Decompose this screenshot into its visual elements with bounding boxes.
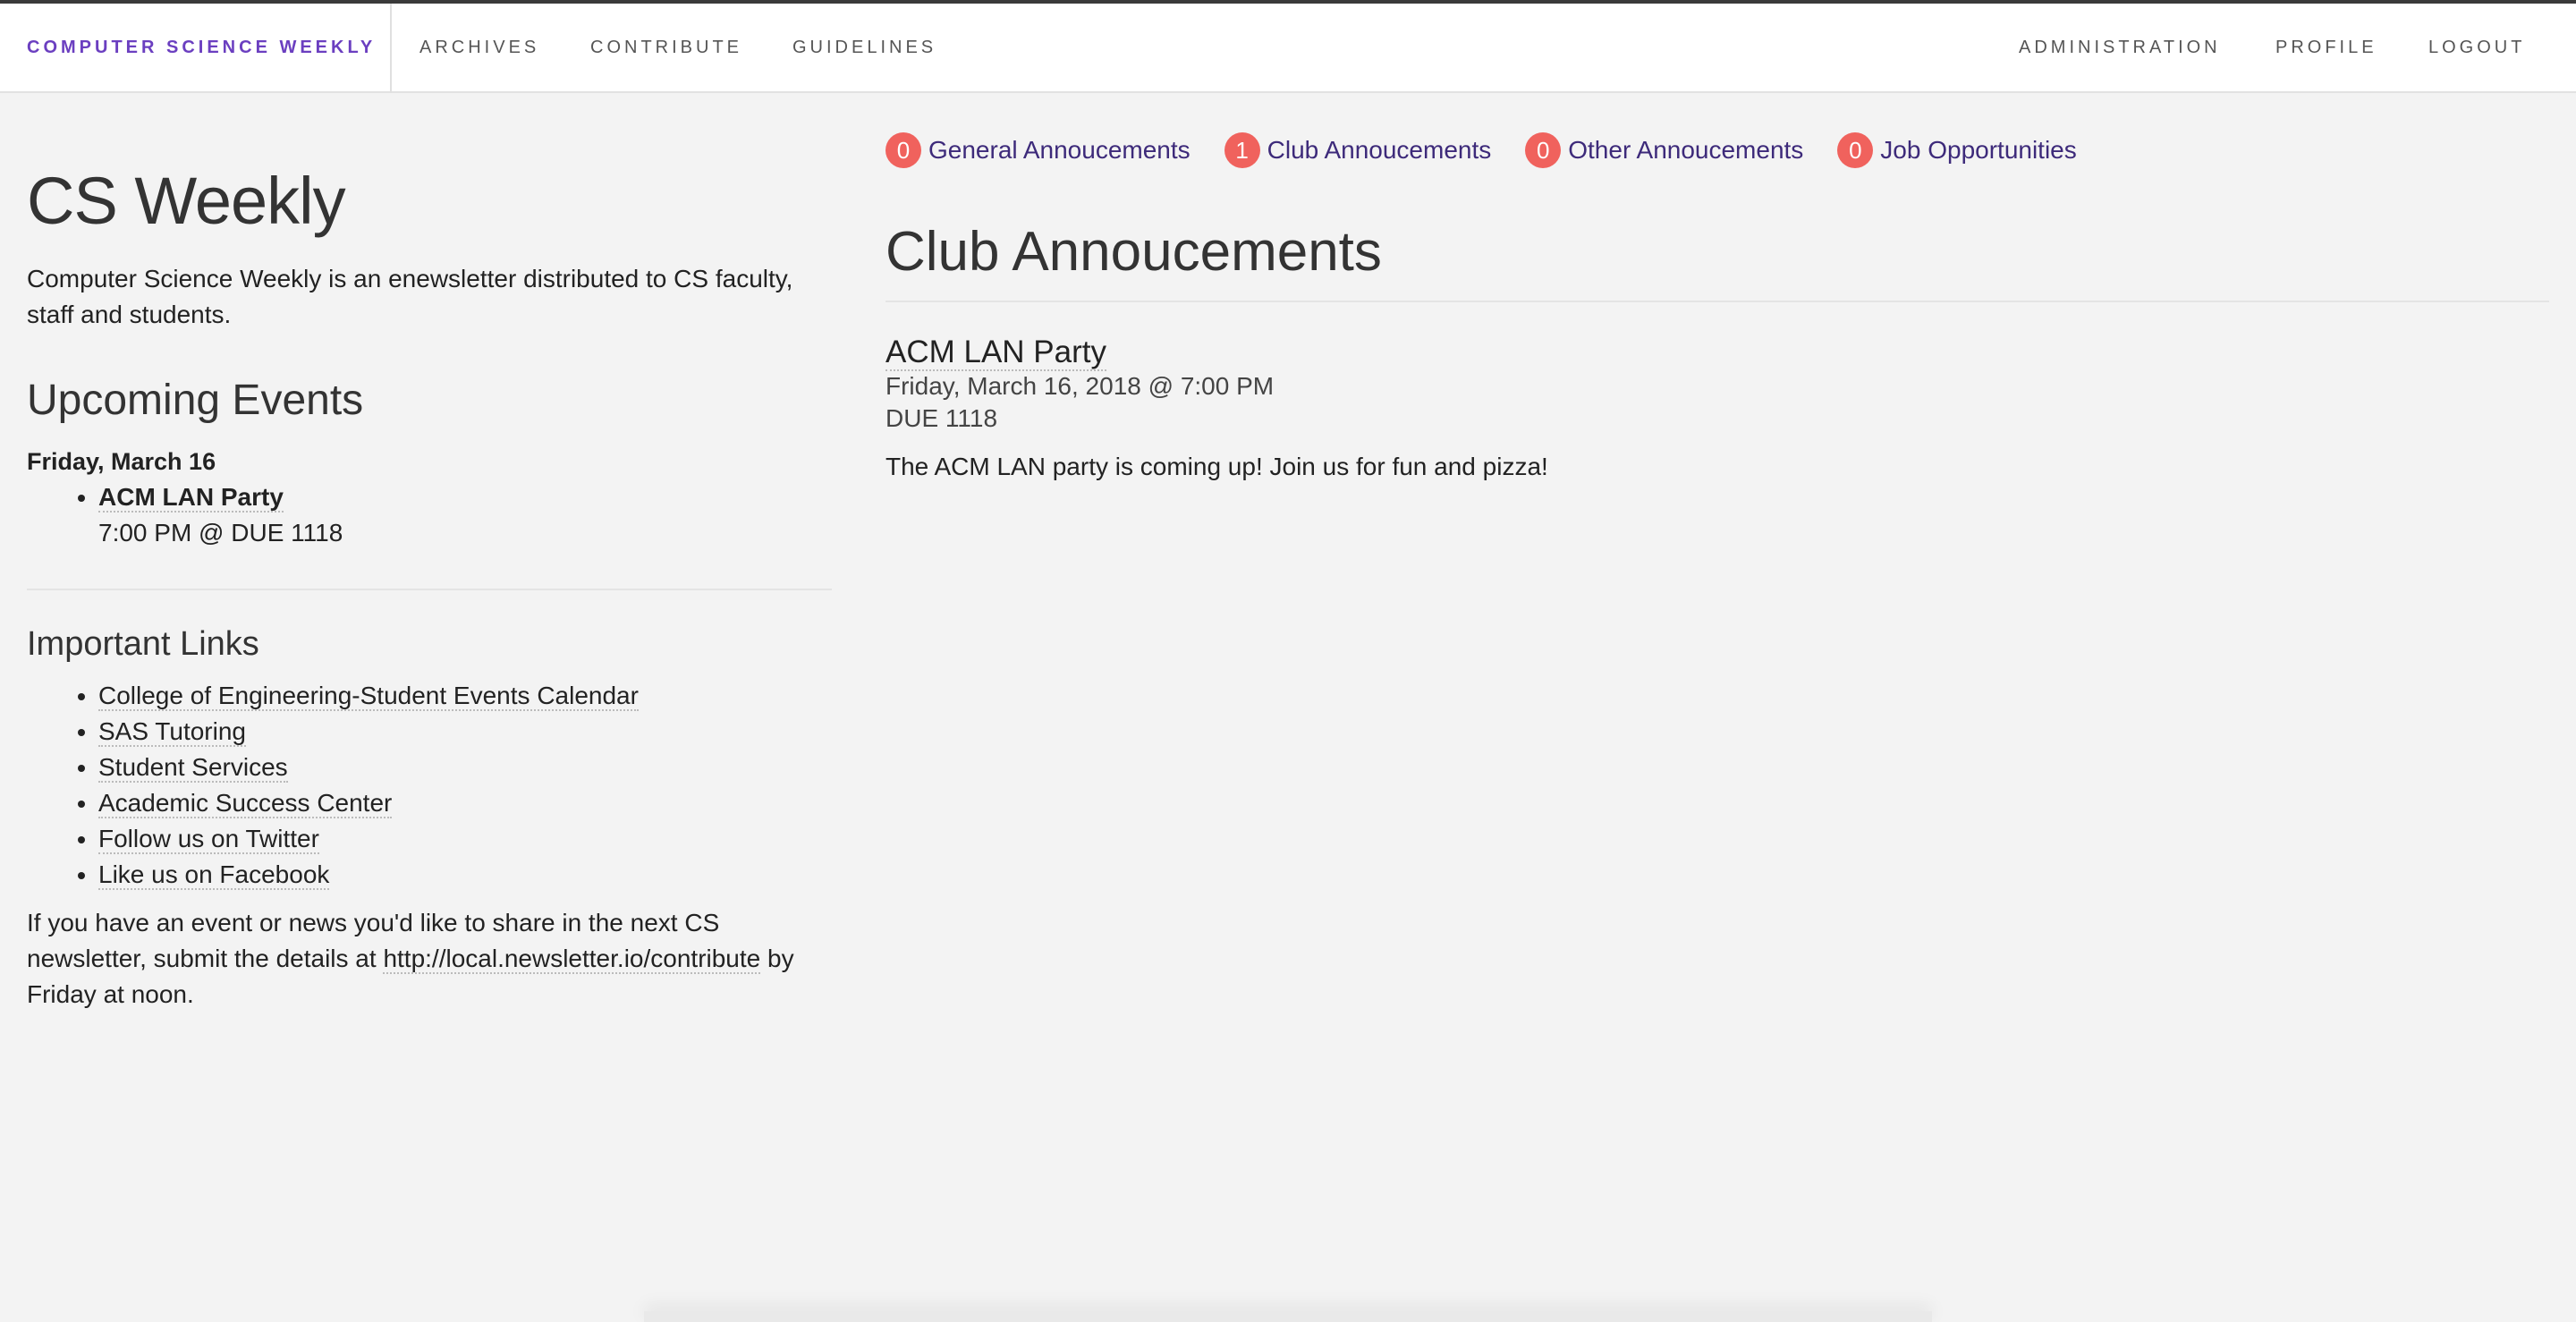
nav-profile[interactable]: PROFILE xyxy=(2275,4,2377,93)
event-title-link[interactable]: ACM LAN Party xyxy=(98,483,284,513)
post-location: DUE 1118 xyxy=(886,404,998,432)
important-links-title: Important Links xyxy=(27,625,259,663)
event-item: ACM LAN Party 7:00 PM @ DUE 1118 xyxy=(98,479,832,551)
count-badge: 1 xyxy=(1224,132,1260,168)
post-title-link[interactable]: ACM LAN Party xyxy=(886,335,1106,371)
tab-label: Job Opportunities xyxy=(1880,136,2077,164)
contribute-link[interactable]: http://local.newsletter.io/contribute xyxy=(383,945,761,974)
count-badge: 0 xyxy=(1525,132,1562,168)
link-student-services[interactable]: Student Services xyxy=(98,753,288,783)
nav-guidelines[interactable]: GUIDELINES xyxy=(792,4,936,93)
site-title: CS Weekly xyxy=(27,164,346,238)
important-links-list: College of Engineering-Student Events Ca… xyxy=(27,678,832,893)
event-day: Friday, March 16 xyxy=(27,448,216,475)
tab-job-opportunities[interactable]: 0 Job Opportunities xyxy=(1837,132,2077,168)
section-divider xyxy=(886,301,2549,302)
tab-label: General Annoucements xyxy=(928,136,1191,164)
tab-other-annoucements[interactable]: 0 Other Annoucements xyxy=(1525,132,1803,168)
main-content: 0 General Annoucements 1 Club Annoucemen… xyxy=(886,129,2549,485)
bottom-shadow xyxy=(644,1311,1932,1322)
list-item: College of Engineering-Student Events Ca… xyxy=(98,678,832,714)
nav-administration[interactable]: ADMINISTRATION xyxy=(2019,4,2221,93)
event-detail: 7:00 PM @ DUE 1118 xyxy=(98,519,343,547)
list-item: Follow us on Twitter xyxy=(98,821,832,857)
site-intro: Computer Science Weekly is an enewslette… xyxy=(27,265,793,328)
tab-club-annoucements[interactable]: 1 Club Annoucements xyxy=(1224,132,1492,168)
sidebar: CS Weekly Computer Science Weekly is an … xyxy=(27,152,832,1013)
count-badge: 0 xyxy=(886,132,921,168)
post: ACM LAN Party Friday, March 16, 2018 @ 7… xyxy=(886,335,2549,485)
list-item: Student Services xyxy=(98,750,832,785)
post-datetime: Friday, March 16, 2018 @ 7:00 PM xyxy=(886,372,1275,400)
event-list: ACM LAN Party 7:00 PM @ DUE 1118 xyxy=(27,479,832,551)
nav-archives[interactable]: ARCHIVES xyxy=(419,4,539,93)
post-title: ACM LAN Party xyxy=(886,335,2549,371)
contribute-note: If you have an event or news you'd like … xyxy=(27,905,832,1013)
top-navbar: COMPUTER SCIENCE WEEKLY ARCHIVES CONTRIB… xyxy=(0,0,2576,93)
link-sas-tutoring[interactable]: SAS Tutoring xyxy=(98,717,246,747)
list-item: Academic Success Center xyxy=(98,785,832,821)
tab-label: Other Annoucements xyxy=(1568,136,1804,164)
list-item: SAS Tutoring xyxy=(98,714,832,750)
tab-general-annoucements[interactable]: 0 General Annoucements xyxy=(886,132,1191,168)
list-item: Like us on Facebook xyxy=(98,857,832,893)
nav-contribute[interactable]: CONTRIBUTE xyxy=(590,4,742,93)
upcoming-events-title: Upcoming Events xyxy=(27,377,364,424)
link-academic-success[interactable]: Academic Success Center xyxy=(98,789,393,818)
link-facebook[interactable]: Like us on Facebook xyxy=(98,860,330,890)
section-title: Club Annoucements xyxy=(886,221,1382,283)
tab-label: Club Annoucements xyxy=(1267,136,1492,164)
announcement-tabs: 0 General Annoucements 1 Club Annoucemen… xyxy=(886,129,2549,172)
sidebar-divider xyxy=(27,589,832,590)
count-badge: 0 xyxy=(1837,132,1874,168)
brand-link[interactable]: COMPUTER SCIENCE WEEKLY xyxy=(27,4,376,93)
link-twitter[interactable]: Follow us on Twitter xyxy=(98,825,319,854)
post-body: The ACM LAN party is coming up! Join us … xyxy=(886,453,1548,480)
link-engineering-calendar[interactable]: College of Engineering-Student Events Ca… xyxy=(98,682,639,711)
nav-logout[interactable]: LOGOUT xyxy=(2428,4,2525,93)
brand-divider xyxy=(390,4,392,93)
